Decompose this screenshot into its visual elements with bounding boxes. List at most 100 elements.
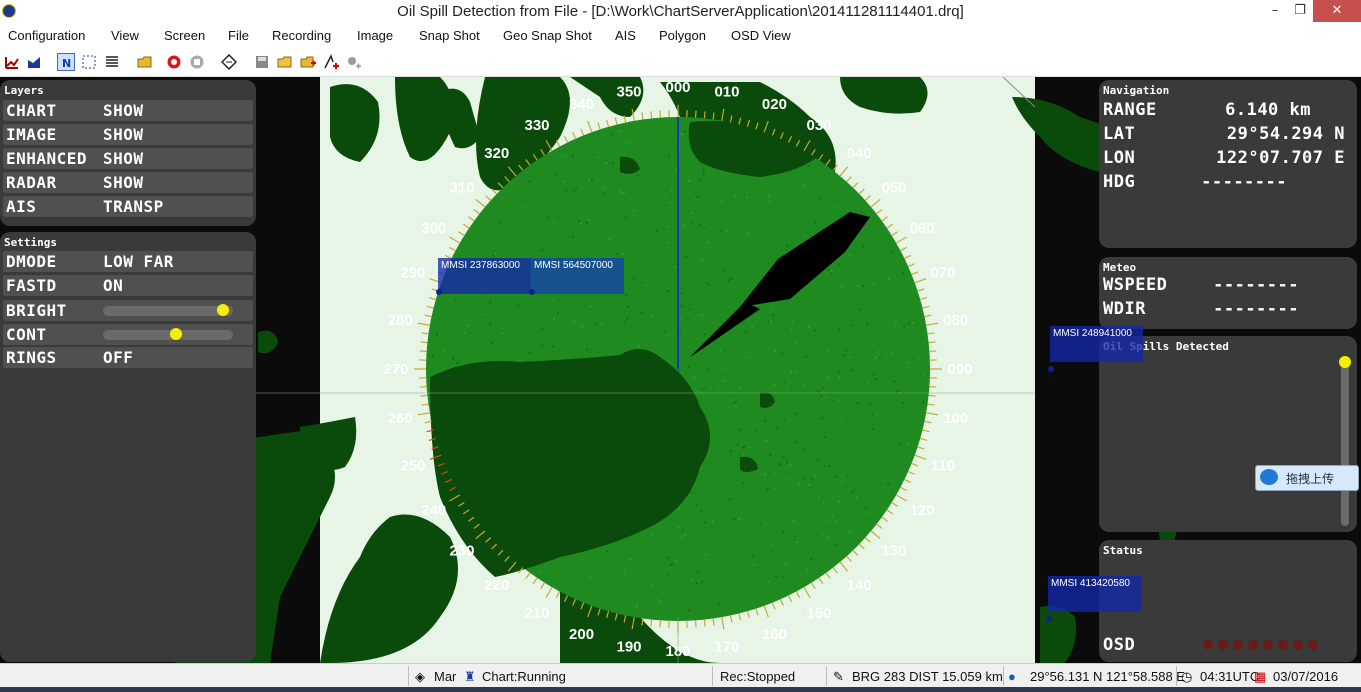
- bearing-label: 280: [388, 312, 413, 329]
- cont-slider[interactable]: [103, 328, 233, 340]
- menu-osd-view[interactable]: OSD View: [731, 28, 791, 43]
- ais-target-dot: [529, 289, 535, 295]
- menu-ais[interactable]: AIS: [615, 28, 636, 43]
- layer-row-ais[interactable]: AIS TRANSP: [3, 196, 253, 217]
- close-button[interactable]: ✕: [1313, 0, 1361, 22]
- hdg-value: --------: [1201, 172, 1287, 192]
- bearing-tick: [420, 341, 428, 344]
- status-separator: [408, 666, 409, 686]
- bright-slider-knob[interactable]: [217, 304, 230, 316]
- draw-polygon-icon[interactable]: [323, 54, 339, 70]
- clock-icon: ◷: [1181, 669, 1193, 684]
- setting-value[interactable]: OFF: [103, 348, 133, 367]
- oil-spills-panel: Oil Spills Detected: [1099, 336, 1357, 532]
- bearing-label: 160: [762, 626, 787, 643]
- layer-value[interactable]: SHOW: [103, 125, 144, 144]
- ais-target-label: MMSI 237863000: [441, 260, 520, 271]
- ais-target[interactable]: MMSI 237863000: [436, 258, 531, 295]
- setting-value[interactable]: ON: [103, 276, 123, 295]
- wspeed-label: WSPEED: [1103, 275, 1168, 295]
- list-icon[interactable]: [104, 54, 120, 70]
- bearing-label: 200: [569, 626, 594, 643]
- layer-value[interactable]: TRANSP: [103, 197, 164, 216]
- open-file-icon[interactable]: [277, 54, 293, 70]
- wspeed-value: --------: [1213, 275, 1299, 295]
- layer-value[interactable]: SHOW: [103, 149, 144, 168]
- record-icon[interactable]: [166, 54, 182, 70]
- open-folder-icon[interactable]: [137, 54, 153, 70]
- menu-file[interactable]: File: [228, 28, 249, 43]
- window-title: Oil Spill Detection from File - [D:\Work…: [397, 3, 964, 20]
- save-icon[interactable]: [254, 54, 270, 70]
- ais-target-label: MMSI 413420580: [1051, 578, 1130, 589]
- folder-add-icon[interactable]: [300, 54, 316, 70]
- north-up-icon[interactable]: N: [57, 53, 75, 71]
- menu-image[interactable]: Image: [357, 28, 393, 43]
- layer-row-enhanced[interactable]: ENHANCED SHOW: [3, 148, 253, 169]
- bearing-label: 000: [665, 79, 690, 96]
- osd-led: [1263, 640, 1273, 650]
- minimize-button[interactable]: –: [1262, 0, 1288, 22]
- layer-row-image[interactable]: IMAGE SHOW: [3, 124, 253, 145]
- wdir-value: --------: [1213, 299, 1299, 319]
- osd-led: [1278, 640, 1288, 650]
- bearing-label: 100: [943, 410, 968, 427]
- add-point-icon[interactable]: [346, 54, 362, 70]
- ais-target[interactable]: MMSI 413420580: [1046, 576, 1141, 622]
- bearing-label: 080: [943, 312, 968, 329]
- bright-slider[interactable]: [103, 304, 233, 316]
- settings-panel: Settings DMODE LOW FAR FASTD ON BRIGHT CON…: [0, 232, 256, 662]
- title-bar: Oil Spill Detection from File - [D:\Work…: [0, 0, 1361, 24]
- layer-row-radar[interactable]: RADAR SHOW: [3, 172, 253, 193]
- menu-configuration[interactable]: Configuration: [8, 28, 85, 43]
- menu-screen[interactable]: Screen: [164, 28, 205, 43]
- navigate-icon[interactable]: [220, 53, 238, 71]
- bearing-label: 120: [910, 502, 935, 519]
- bearing-label: 330: [524, 117, 549, 134]
- ais-target-dot: [1046, 616, 1052, 622]
- area-chart-icon[interactable]: [26, 54, 42, 70]
- menu-view[interactable]: View: [111, 28, 139, 43]
- ais-target[interactable]: MMSI 248941000: [1048, 326, 1143, 372]
- setting-row-cont[interactable]: CONT: [3, 324, 253, 345]
- menu-polygon[interactable]: Polygon: [659, 28, 706, 43]
- oil-spills-scrollbar[interactable]: [1339, 356, 1351, 526]
- layer-key: IMAGE: [6, 125, 57, 144]
- setting-value[interactable]: LOW FAR: [103, 252, 174, 271]
- osd-led: [1233, 640, 1243, 650]
- osd-label: OSD: [1103, 635, 1136, 655]
- bearing-label: 050: [882, 180, 907, 197]
- bearing-label: 340: [569, 96, 594, 113]
- setting-row-dmode[interactable]: DMODE LOW FAR: [3, 251, 253, 272]
- ais-target[interactable]: MMSI 564507000: [529, 258, 624, 295]
- setting-key: DMODE: [6, 252, 57, 271]
- layer-row-chart[interactable]: CHART SHOW: [3, 100, 253, 121]
- chart-icon[interactable]: [4, 54, 20, 70]
- setting-row-fastd[interactable]: FASTD ON: [3, 275, 253, 296]
- ruler-icon: ✎: [833, 669, 844, 684]
- layer-value[interactable]: SHOW: [103, 173, 144, 192]
- layer-key: ENHANCED: [6, 149, 88, 168]
- maximize-button[interactable]: ❐: [1287, 0, 1313, 22]
- radar-map-view[interactable]: 000 010 020 030 040 050 060 070 080 090 100 110 120 1…: [0, 77, 1361, 663]
- nav-diamond-icon: ◈: [415, 669, 425, 684]
- bearing-label: 260: [388, 410, 413, 427]
- bearing-label: 320: [484, 145, 509, 162]
- menu-snap-shot[interactable]: Snap Shot: [419, 28, 480, 43]
- cont-slider-knob[interactable]: [170, 328, 183, 340]
- setting-row-bright[interactable]: BRIGHT: [3, 300, 253, 321]
- layer-value[interactable]: SHOW: [103, 101, 144, 120]
- status-date: 03/07/2016: [1273, 669, 1339, 684]
- oil-spills-scroll-knob[interactable]: [1339, 356, 1351, 368]
- menu-recording[interactable]: Recording: [272, 28, 331, 43]
- range-label: RANGE: [1103, 100, 1157, 120]
- bearing-label: 300: [421, 220, 446, 237]
- setting-row-rings[interactable]: RINGS OFF: [3, 347, 253, 368]
- status-separator: [1176, 666, 1177, 686]
- bearing-label: 150: [806, 605, 831, 622]
- status-mar: Mar: [434, 669, 457, 684]
- upload-button[interactable]: 拖拽上传: [1255, 465, 1359, 491]
- menu-geo-snap-shot[interactable]: Geo Snap Shot: [503, 28, 592, 43]
- select-area-icon[interactable]: [81, 54, 97, 70]
- stop-icon[interactable]: [189, 54, 205, 70]
